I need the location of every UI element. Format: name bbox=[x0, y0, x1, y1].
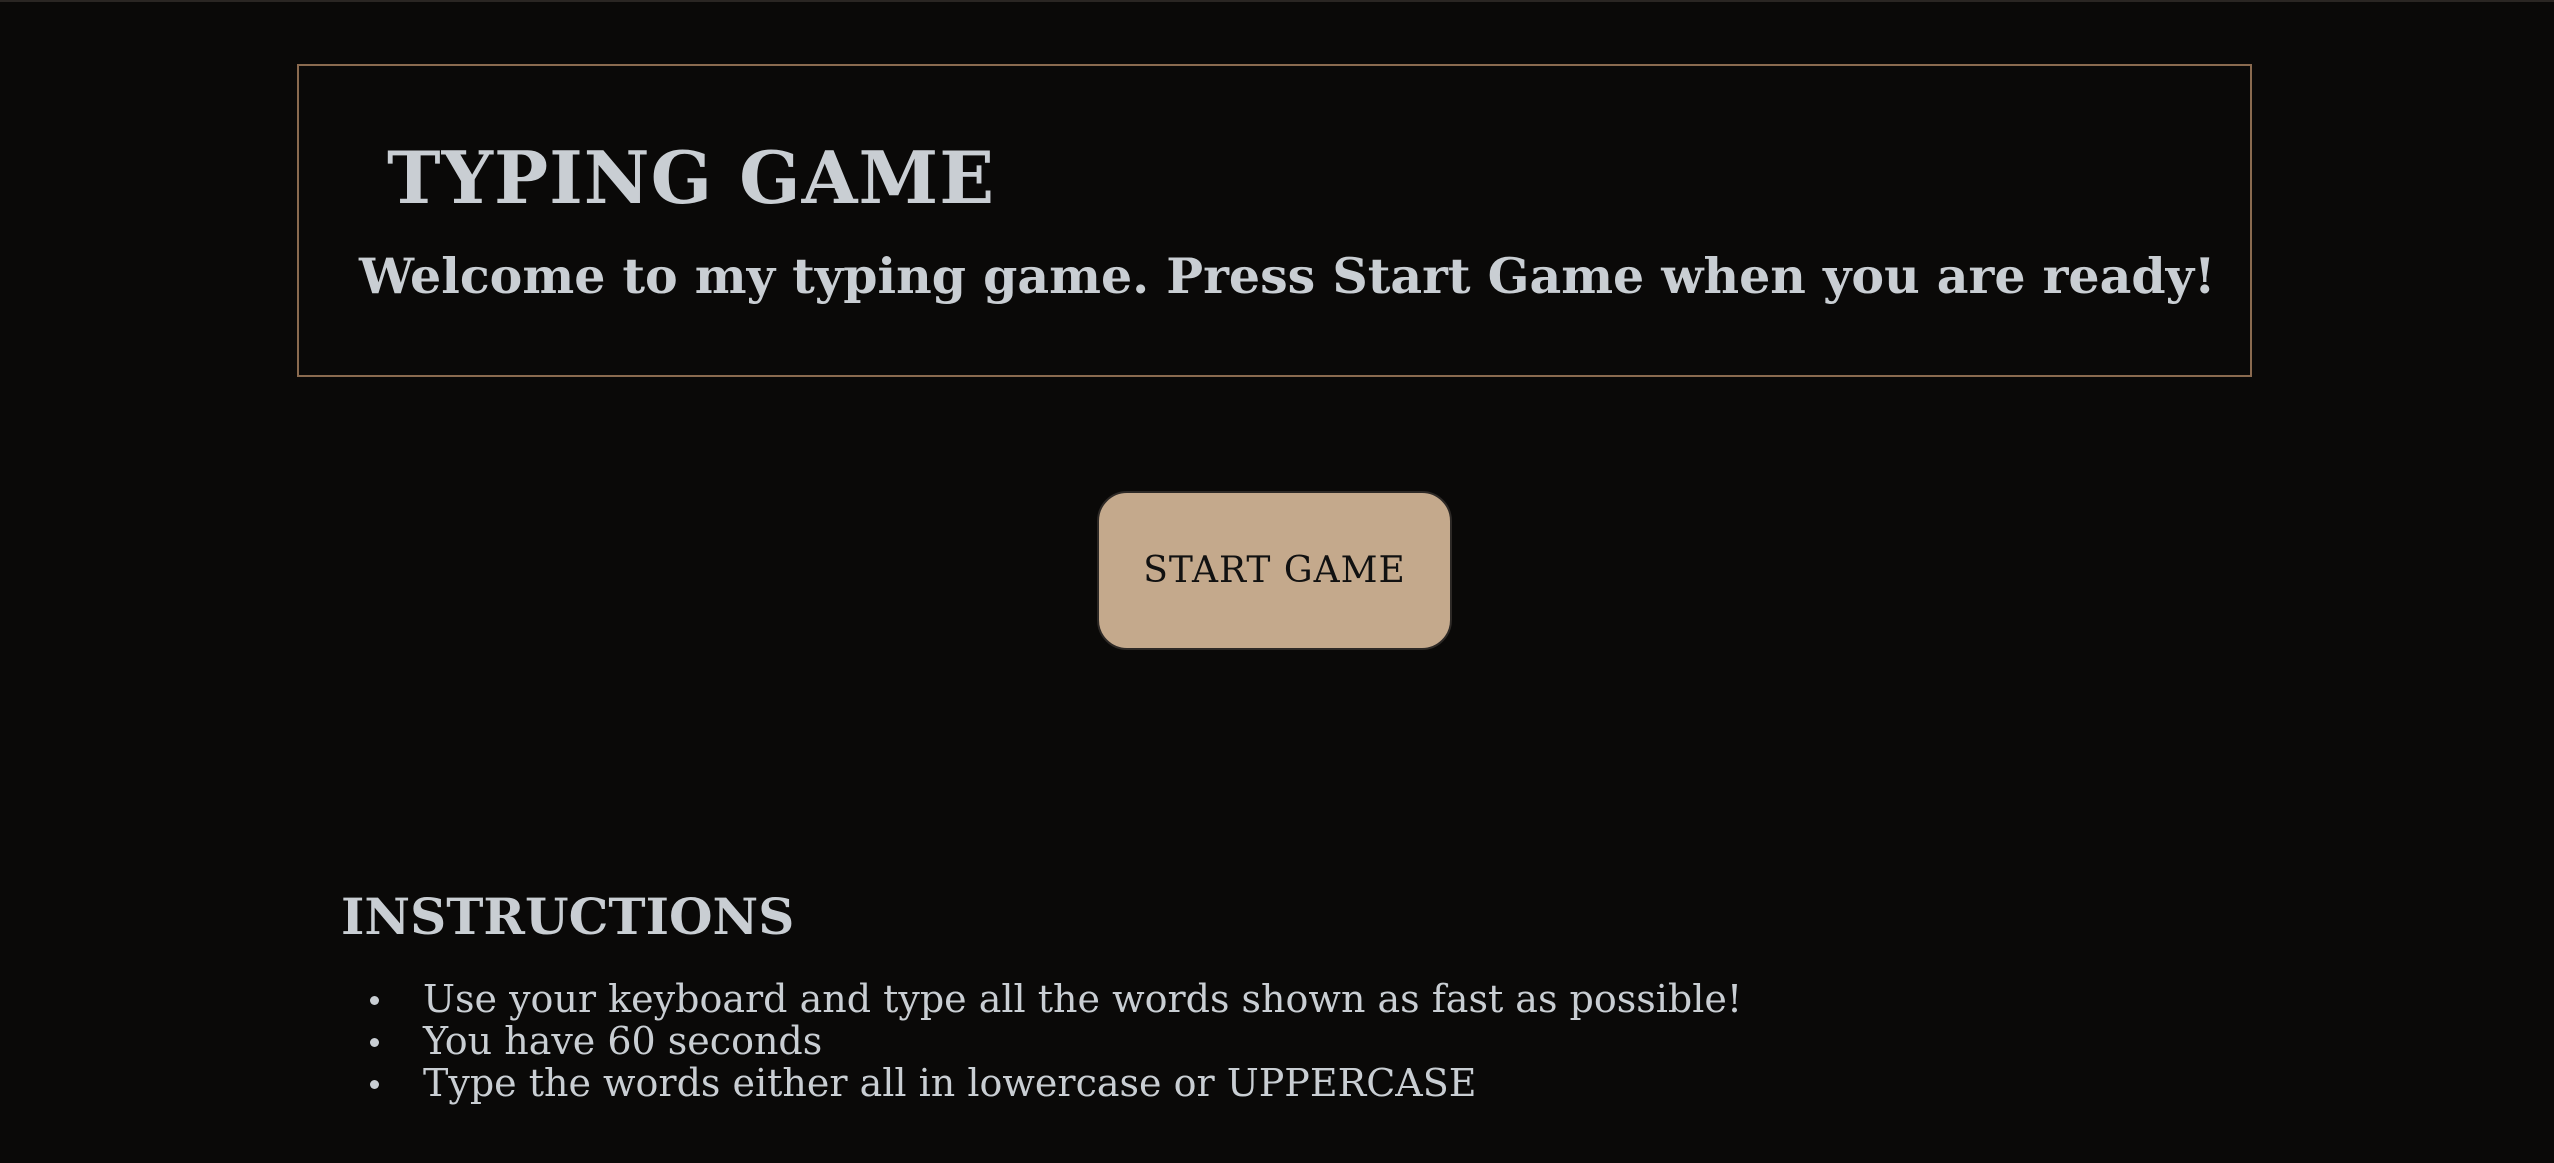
start-game-button[interactable]: START GAME bbox=[1097, 491, 1452, 650]
bullet-icon bbox=[370, 1038, 379, 1047]
header-panel: TYPING GAME Welcome to my typing game. P… bbox=[297, 64, 2252, 377]
instructions-heading: INSTRUCTIONS bbox=[341, 887, 795, 946]
bullet-icon bbox=[370, 1080, 379, 1089]
instructions-section: INSTRUCTIONS Use your keyboard and type … bbox=[341, 887, 2041, 1105]
instruction-text: Use your keyboard and type all the words… bbox=[423, 977, 1743, 1021]
instructions-list: Use your keyboard and type all the words… bbox=[341, 978, 2041, 1104]
top-divider bbox=[0, 0, 2554, 2]
game-title: TYPING GAME bbox=[387, 135, 996, 220]
list-item: You have 60 seconds bbox=[341, 1020, 2041, 1062]
list-item: Type the words either all in lowercase o… bbox=[341, 1062, 2041, 1104]
welcome-message: Welcome to my typing game. Press Start G… bbox=[359, 247, 2216, 305]
instruction-text: Type the words either all in lowercase o… bbox=[423, 1061, 1477, 1105]
instruction-text: You have 60 seconds bbox=[423, 1019, 823, 1063]
list-item: Use your keyboard and type all the words… bbox=[341, 978, 2041, 1020]
bullet-icon bbox=[370, 996, 379, 1005]
